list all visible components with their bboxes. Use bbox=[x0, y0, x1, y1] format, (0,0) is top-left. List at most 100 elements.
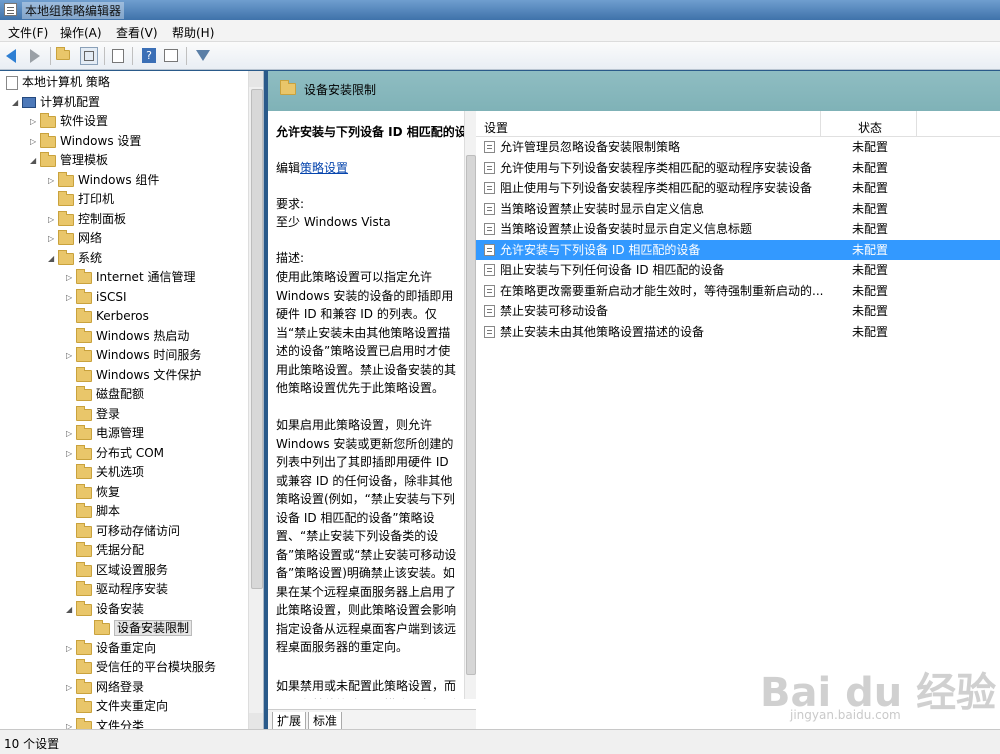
tree-node-iscsi[interactable]: ▷ iSCSI bbox=[66, 288, 127, 307]
tree-node-scripts[interactable]: 脚本 bbox=[66, 502, 120, 521]
expander-icon[interactable]: ▷ bbox=[30, 112, 40, 131]
help-button[interactable]: ? bbox=[140, 47, 158, 65]
tree-node-locale-services[interactable]: 区域设置服务 bbox=[66, 561, 168, 580]
menu-help[interactable]: 帮助(H) bbox=[172, 24, 214, 41]
list-item[interactable]: 阻止使用与下列设备安装程序类相匹配的驱动程序安装设备 未配置 bbox=[476, 178, 1000, 198]
tree-node-recovery[interactable]: 恢复 bbox=[66, 483, 120, 502]
tree-node-control-panel[interactable]: ▷ 控制面板 bbox=[48, 210, 126, 229]
expander-icon[interactable]: ▷ bbox=[66, 717, 76, 729]
column-divider[interactable] bbox=[916, 111, 917, 137]
scroll-thumb[interactable] bbox=[466, 155, 476, 675]
tree-node-disk-quotas[interactable]: 磁盘配额 bbox=[66, 385, 144, 404]
menu-bar: 文件(F) 操作(A) 查看(V) 帮助(H) bbox=[0, 20, 1000, 42]
watermark-url: jingyan.baidu.com bbox=[790, 708, 901, 722]
expander-icon[interactable]: ▷ bbox=[66, 268, 76, 287]
list-header: 设置 状态 bbox=[476, 111, 1000, 137]
menu-file[interactable]: 文件(F) bbox=[8, 24, 48, 41]
tree-node-printers[interactable]: 打印机 bbox=[48, 190, 114, 209]
folder-icon bbox=[76, 502, 92, 518]
list-item[interactable]: 当策略设置禁止设备安装时显示自定义信息标题 未配置 bbox=[476, 219, 1000, 239]
list-item[interactable]: 当策略设置禁止安装时显示自定义信息 未配置 bbox=[476, 199, 1000, 219]
tree-node-device-installation[interactable]: ◢ 设备安装 bbox=[66, 600, 144, 619]
column-header-state[interactable]: 状态 bbox=[858, 119, 882, 136]
back-button[interactable] bbox=[4, 47, 22, 65]
tree-node-local-computer-policy[interactable]: 本地计算机 策略 bbox=[6, 73, 110, 92]
tree-node-device-installation-restrictions[interactable]: 设备安装限制 bbox=[84, 619, 193, 638]
tree-node-driver-installation[interactable]: 驱动程序安装 bbox=[66, 580, 168, 599]
expander-icon[interactable]: ▷ bbox=[66, 424, 76, 443]
tree-node-system[interactable]: ◢ 系统 bbox=[48, 249, 102, 268]
expander-icon[interactable]: ◢ bbox=[66, 600, 76, 619]
menu-action[interactable]: 操作(A) bbox=[60, 24, 102, 41]
tree-node-admin-templates[interactable]: ◢ 管理模板 bbox=[30, 151, 108, 170]
expander-icon[interactable]: ▷ bbox=[66, 346, 76, 365]
folder-icon bbox=[76, 346, 92, 362]
show-hide-tree-button[interactable] bbox=[80, 47, 98, 65]
expander-icon[interactable]: ▷ bbox=[66, 678, 76, 697]
tree-node-windows-settings[interactable]: ▷ Windows 设置 bbox=[30, 132, 141, 151]
tree-node-distributed-com[interactable]: ▷ 分布式 COM bbox=[66, 444, 164, 463]
tree-node-shutdown-options[interactable]: 关机选项 bbox=[66, 463, 144, 482]
expander-icon[interactable]: ◢ bbox=[12, 93, 22, 112]
edit-policy-link[interactable]: 策略设置 bbox=[300, 161, 348, 175]
tab-extended[interactable]: 扩展 bbox=[272, 712, 307, 730]
policy-setting-icon bbox=[484, 244, 495, 256]
list-item[interactable]: 阻止安装与下列任何设备 ID 相匹配的设备 未配置 bbox=[476, 260, 1000, 280]
description-paragraph-2: 如果启用此策略设置，则允许 Windows 安装或更新您所创建的列表中列出了其即… bbox=[276, 418, 457, 654]
menu-view[interactable]: 查看(V) bbox=[116, 24, 158, 41]
tree-node-internet-comm[interactable]: ▷ Internet 通信管理 bbox=[66, 268, 195, 287]
folder-icon bbox=[40, 112, 56, 128]
expander-icon[interactable]: ◢ bbox=[30, 151, 40, 170]
tree-node-tpm-services[interactable]: 受信任的平台模块服务 bbox=[66, 658, 216, 677]
scroll-thumb[interactable] bbox=[251, 89, 263, 589]
expander-icon[interactable]: ▷ bbox=[30, 132, 40, 151]
folder-icon bbox=[58, 171, 74, 187]
tree-node-kerberos[interactable]: Kerberos bbox=[66, 307, 149, 326]
expander-icon[interactable]: ▷ bbox=[48, 171, 58, 190]
tree-node-network[interactable]: ▷ 网络 bbox=[48, 229, 102, 248]
folder-icon bbox=[76, 288, 92, 304]
tree-node-removable-storage[interactable]: 可移动存储访问 bbox=[66, 522, 180, 541]
column-divider[interactable] bbox=[820, 111, 821, 137]
tree-node-software-settings[interactable]: ▷ 软件设置 bbox=[30, 112, 108, 131]
expander-icon[interactable]: ▷ bbox=[48, 210, 58, 229]
list-item[interactable]: 允许管理员忽略设备安装限制策略 未配置 bbox=[476, 137, 1000, 157]
list-item[interactable]: 允许使用与下列设备安装程序类相匹配的驱动程序安装设备 未配置 bbox=[476, 158, 1000, 178]
list-item[interactable]: 禁止安装未由其他策略设置描述的设备 未配置 bbox=[476, 322, 1000, 342]
tree-node-device-redirection[interactable]: ▷ 设备重定向 bbox=[66, 639, 156, 658]
expander-icon[interactable]: ▷ bbox=[66, 288, 76, 307]
folder-icon bbox=[94, 619, 110, 635]
properties-button[interactable] bbox=[162, 47, 180, 65]
scroll-up-button[interactable] bbox=[249, 71, 263, 87]
folder-icon bbox=[76, 483, 92, 499]
list-item[interactable]: 在策略更改需要重新启动才能生效时，等待强制重新启动的... 未配置 bbox=[476, 281, 1000, 301]
expander-icon[interactable]: ◢ bbox=[48, 249, 58, 268]
description-scrollbar[interactable] bbox=[464, 111, 476, 699]
expander-icon[interactable]: ▷ bbox=[48, 229, 58, 248]
tree-node-logon[interactable]: 登录 bbox=[66, 405, 120, 424]
description-label: 描述: bbox=[276, 251, 305, 265]
filter-button[interactable] bbox=[194, 47, 212, 65]
scroll-down-button[interactable] bbox=[249, 713, 263, 729]
column-header-setting[interactable]: 设置 bbox=[484, 119, 508, 136]
tree-node-folder-redirection[interactable]: 文件夹重定向 bbox=[66, 697, 168, 716]
tree-scrollbar[interactable] bbox=[248, 71, 263, 729]
up-folder-button[interactable] bbox=[56, 46, 74, 65]
forward-button[interactable] bbox=[26, 47, 44, 65]
policy-setting-icon bbox=[484, 162, 495, 174]
export-list-button[interactable] bbox=[110, 47, 128, 65]
tree-node-windows-components[interactable]: ▷ Windows 组件 bbox=[48, 171, 159, 190]
expander-icon[interactable]: ▷ bbox=[66, 444, 76, 463]
tree-node-net-logon[interactable]: ▷ 网络登录 bbox=[66, 678, 144, 697]
tree-node-computer-config[interactable]: ◢ 计算机配置 bbox=[12, 93, 100, 112]
tree-node-file-classification[interactable]: ▷ 文件分类 bbox=[66, 717, 144, 729]
tree-node-windows-time-service[interactable]: ▷ Windows 时间服务 bbox=[66, 346, 201, 365]
list-item[interactable]: 禁止安装可移动设备 未配置 bbox=[476, 301, 1000, 321]
tree-node-windows-file-protection[interactable]: Windows 文件保护 bbox=[66, 366, 201, 385]
tree-node-windows-hotstart[interactable]: Windows 热启动 bbox=[66, 327, 189, 346]
tree-node-credentials-delegation[interactable]: 凭据分配 bbox=[66, 541, 144, 560]
list-item-selected[interactable]: 允许安装与下列设备 ID 相匹配的设备 未配置 bbox=[476, 240, 1000, 260]
tree-node-power-management[interactable]: ▷ 电源管理 bbox=[66, 424, 144, 443]
expander-icon[interactable]: ▷ bbox=[66, 639, 76, 658]
tab-standard[interactable]: 标准 bbox=[308, 712, 343, 730]
